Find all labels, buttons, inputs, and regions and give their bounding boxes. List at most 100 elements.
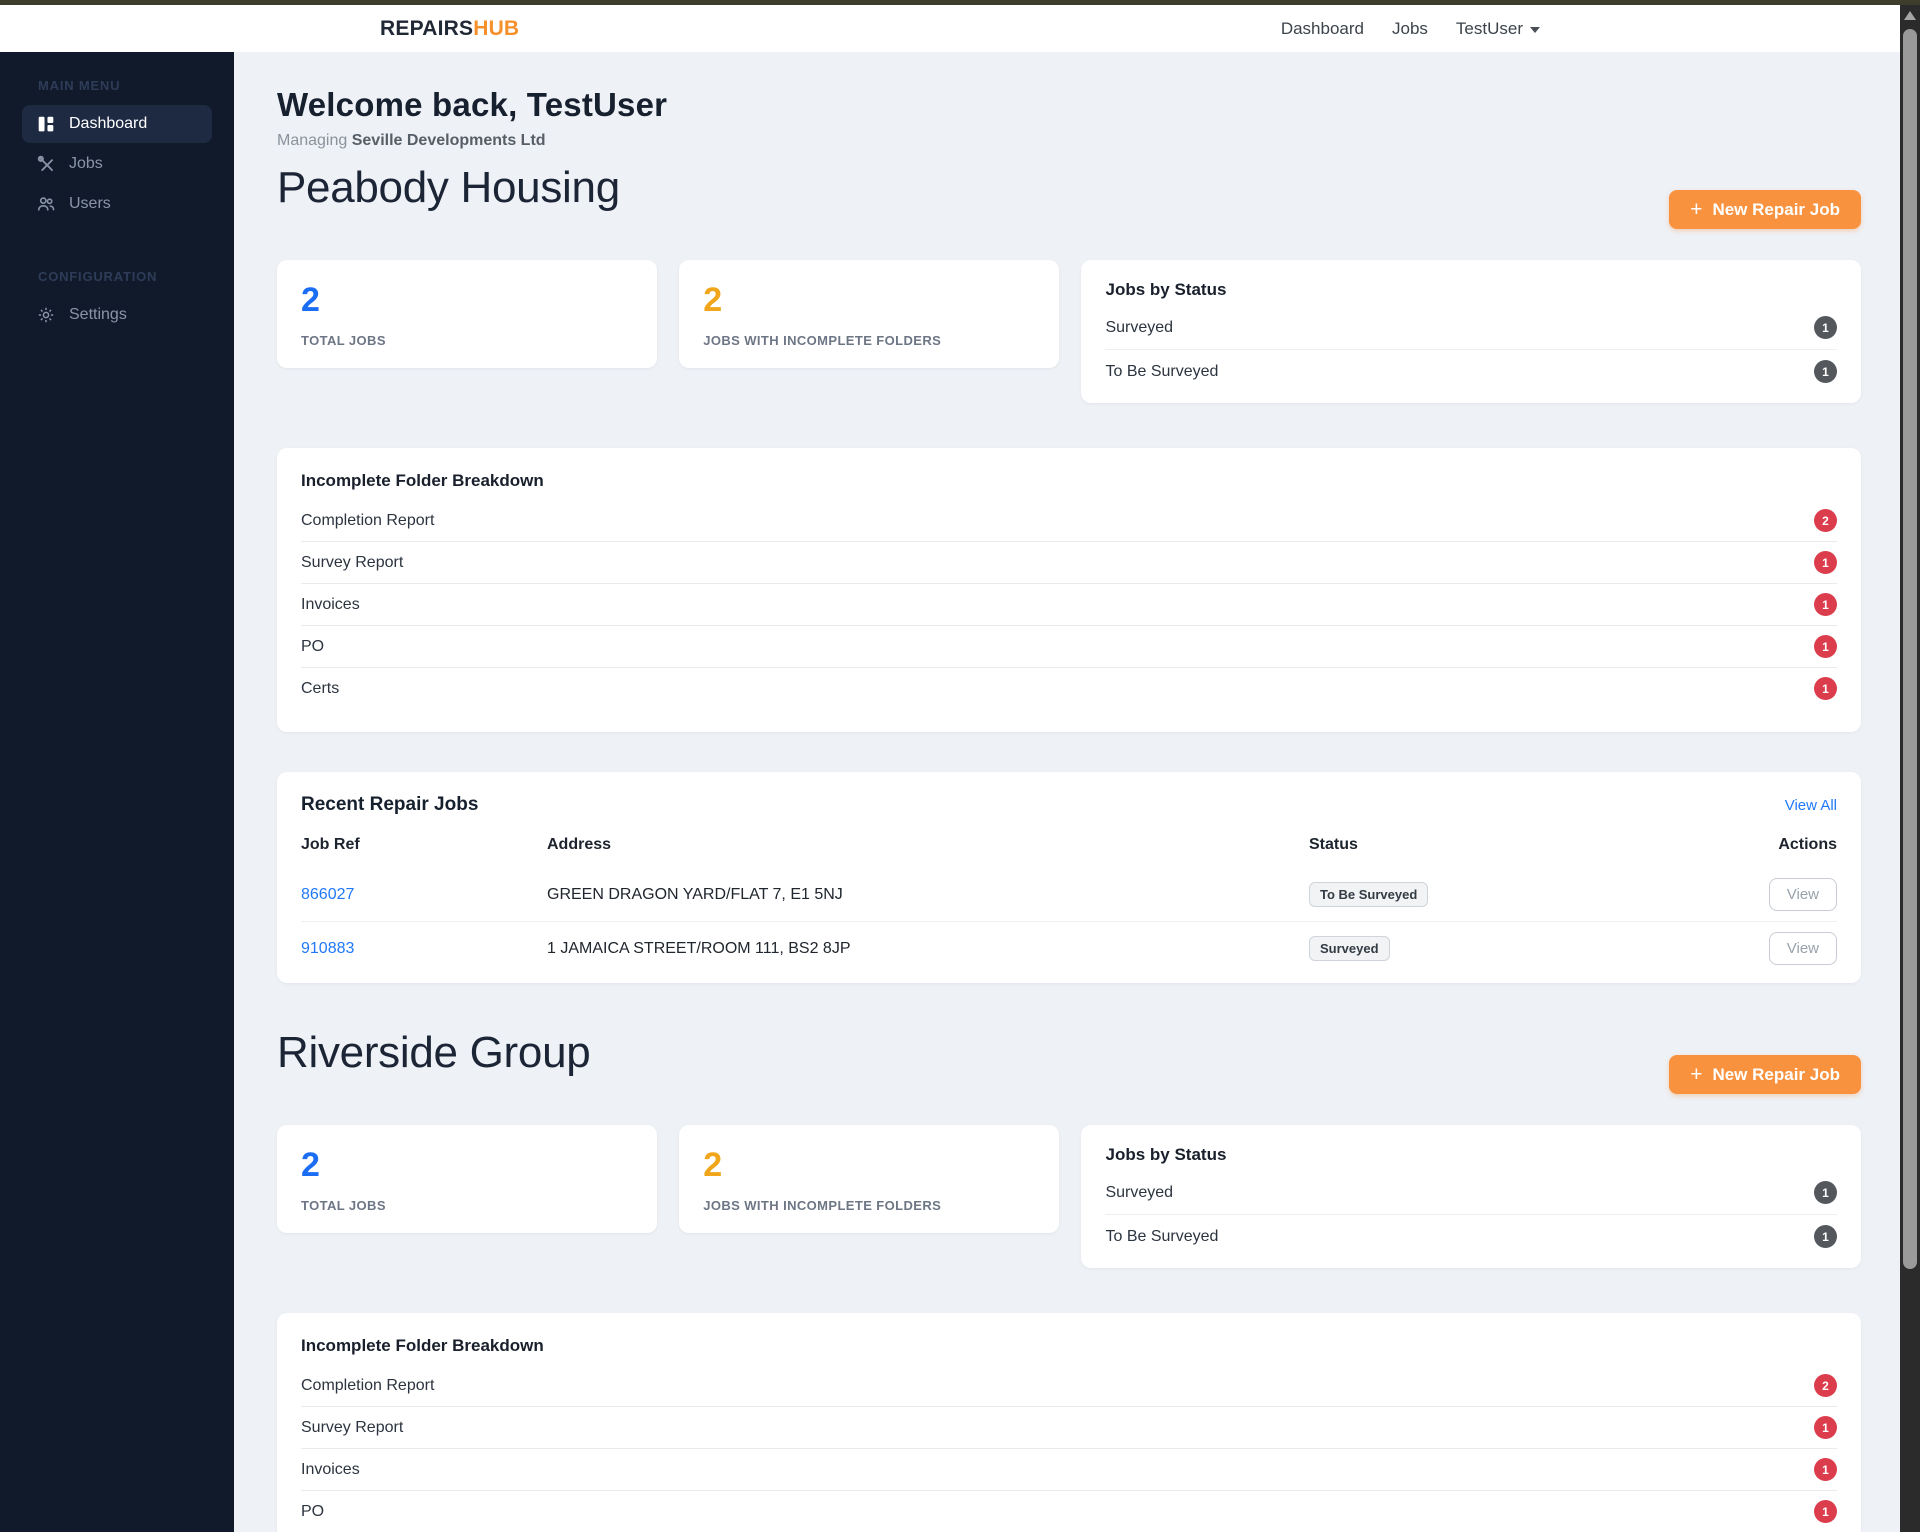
status-count-badge: 1: [1814, 1225, 1837, 1248]
breakdown-label: Survey Report: [301, 1419, 403, 1437]
navbar-links: Dashboard Jobs TestUser: [1281, 19, 1540, 39]
sidebar-section-configuration: CONFIGURATION: [38, 269, 234, 284]
status-label: To Be Surveyed: [1105, 363, 1218, 381]
breakdown-label: Invoices: [301, 1461, 360, 1479]
sidebar-item-label: Jobs: [69, 155, 103, 173]
breakdown-count-badge: 1: [1814, 677, 1837, 700]
main-content: Welcome back, TestUser Managing Seville …: [234, 52, 1920, 1532]
tools-icon: [37, 155, 55, 173]
breakdown-count-badge: 1: [1814, 551, 1837, 574]
group-section-peabody: Peabody Housing + New Repair Job 2 TOTAL…: [277, 165, 1861, 983]
managing-subtitle: Managing Seville Developments Ltd: [277, 132, 1861, 150]
jobs-by-status-title: Jobs by Status: [1105, 280, 1837, 300]
breakdown-row: Survey Report 1: [301, 542, 1837, 584]
sidebar-item-label: Settings: [69, 306, 127, 324]
incomplete-folders-label: JOBS WITH INCOMPLETE FOLDERS: [703, 333, 1035, 348]
page-title: Welcome back, TestUser: [277, 86, 1861, 124]
breakdown-row: PO 1: [301, 626, 1837, 668]
breakdown-row: Invoices 1: [301, 584, 1837, 626]
total-jobs-value: 2: [301, 1148, 633, 1182]
breakdown-row: PO 1: [301, 1491, 1837, 1532]
status-row: Surveyed 1: [1105, 1171, 1837, 1214]
breakdown-row: Completion Report 2: [301, 500, 1837, 542]
folder-breakdown-title: Incomplete Folder Breakdown: [301, 1336, 1837, 1356]
scrollbar-up-arrow[interactable]: [1900, 11, 1920, 25]
total-jobs-card: 2 TOTAL JOBS: [277, 260, 657, 368]
breakdown-count-badge: 1: [1814, 1416, 1837, 1439]
status-count-badge: 1: [1814, 316, 1837, 339]
dashboard-icon: [37, 115, 55, 133]
status-row: To Be Surveyed 1: [1105, 349, 1837, 393]
managing-prefix: Managing: [277, 132, 352, 149]
job-ref-link[interactable]: 866027: [301, 886, 547, 904]
company-name: Seville Developments Ltd: [352, 132, 546, 149]
job-ref-link[interactable]: 910883: [301, 940, 547, 958]
sidebar-item-jobs[interactable]: Jobs: [22, 145, 212, 183]
scrollbar-thumb[interactable]: [1903, 29, 1917, 1269]
total-jobs-label: TOTAL JOBS: [301, 333, 633, 348]
status-count-badge: 1: [1814, 360, 1837, 383]
breakdown-count-badge: 1: [1814, 1458, 1837, 1481]
breakdown-label: Certs: [301, 680, 339, 698]
recent-repair-jobs-card: Recent Repair Jobs View All Job Ref Addr…: [277, 772, 1861, 983]
new-repair-job-button[interactable]: + New Repair Job: [1669, 190, 1861, 229]
nav-link-dashboard[interactable]: Dashboard: [1281, 19, 1364, 39]
col-header-status: Status: [1309, 836, 1717, 854]
triangle-up-icon: [1904, 11, 1916, 20]
group-title: Riverside Group: [277, 1030, 1861, 1076]
logo-text-primary: REPAIRS: [380, 17, 473, 40]
col-header-actions: Actions: [1778, 836, 1837, 854]
window-edge-strip: [0, 0, 1920, 5]
incomplete-folders-card: 2 JOBS WITH INCOMPLETE FOLDERS: [679, 1125, 1059, 1233]
breakdown-count-badge: 1: [1814, 635, 1837, 658]
breakdown-count-badge: 2: [1814, 509, 1837, 532]
table-header-row: Job Ref Address Status Actions: [301, 816, 1837, 868]
nav-link-jobs[interactable]: Jobs: [1392, 19, 1428, 39]
folder-breakdown-card: Incomplete Folder Breakdown Completion R…: [277, 448, 1861, 732]
group-title: Peabody Housing: [277, 165, 1861, 211]
vertical-scrollbar[interactable]: [1900, 5, 1920, 1532]
status-count-badge: 1: [1814, 1181, 1837, 1204]
incomplete-folders-value: 2: [703, 1148, 1035, 1182]
sidebar-item-label: Dashboard: [69, 115, 147, 133]
stats-row: 2 TOTAL JOBS 2 JOBS WITH INCOMPLETE FOLD…: [277, 1125, 1861, 1268]
incomplete-folders-label: JOBS WITH INCOMPLETE FOLDERS: [703, 1198, 1035, 1213]
jobs-by-status-card: Jobs by Status Surveyed 1 To Be Surveyed…: [1081, 260, 1861, 403]
job-address: GREEN DRAGON YARD/FLAT 7, E1 5NJ: [547, 886, 1309, 904]
col-header-job-ref: Job Ref: [301, 836, 547, 854]
table-row: 910883 1 JAMAICA STREET/ROOM 111, BS2 8J…: [301, 921, 1837, 975]
breakdown-label: Invoices: [301, 596, 360, 614]
view-all-link[interactable]: View All: [1785, 797, 1837, 814]
status-row: To Be Surveyed 1: [1105, 1214, 1837, 1258]
job-address: 1 JAMAICA STREET/ROOM 111, BS2 8JP: [547, 940, 1309, 958]
sidebar: MAIN MENU Dashboard Jobs Users CONFIGURA…: [0, 52, 234, 1532]
view-job-button[interactable]: View: [1769, 878, 1837, 911]
sidebar-item-users[interactable]: Users: [22, 185, 212, 223]
view-job-button[interactable]: View: [1769, 932, 1837, 965]
users-icon: [37, 195, 55, 213]
plus-icon: +: [1690, 1064, 1702, 1085]
user-menu-label: TestUser: [1456, 19, 1523, 39]
total-jobs-label: TOTAL JOBS: [301, 1198, 633, 1213]
breakdown-row: Completion Report 2: [301, 1365, 1837, 1407]
stats-row: 2 TOTAL JOBS 2 JOBS WITH INCOMPLETE FOLD…: [277, 260, 1861, 403]
breakdown-row: Survey Report 1: [301, 1407, 1837, 1449]
folder-breakdown-card: Incomplete Folder Breakdown Completion R…: [277, 1313, 1861, 1532]
breakdown-row: Invoices 1: [301, 1449, 1837, 1491]
group-section-riverside: Riverside Group + New Repair Job 2 TOTAL…: [277, 1030, 1861, 1532]
total-jobs-card: 2 TOTAL JOBS: [277, 1125, 657, 1233]
breakdown-count-badge: 2: [1814, 1374, 1837, 1397]
incomplete-folders-card: 2 JOBS WITH INCOMPLETE FOLDERS: [679, 260, 1059, 368]
incomplete-folders-value: 2: [703, 283, 1035, 317]
new-repair-job-button[interactable]: + New Repair Job: [1669, 1055, 1861, 1094]
sidebar-item-dashboard[interactable]: Dashboard: [22, 105, 212, 143]
repairshub-logo[interactable]: REPAIRSHUB: [380, 17, 519, 41]
user-menu-dropdown[interactable]: TestUser: [1456, 19, 1540, 39]
status-label: To Be Surveyed: [1105, 1228, 1218, 1246]
plus-icon: +: [1690, 199, 1702, 220]
folder-breakdown-title: Incomplete Folder Breakdown: [301, 471, 1837, 491]
breakdown-row: Certs 1: [301, 668, 1837, 709]
sidebar-item-settings[interactable]: Settings: [22, 296, 212, 334]
total-jobs-value: 2: [301, 283, 633, 317]
status-row: Surveyed 1: [1105, 306, 1837, 349]
